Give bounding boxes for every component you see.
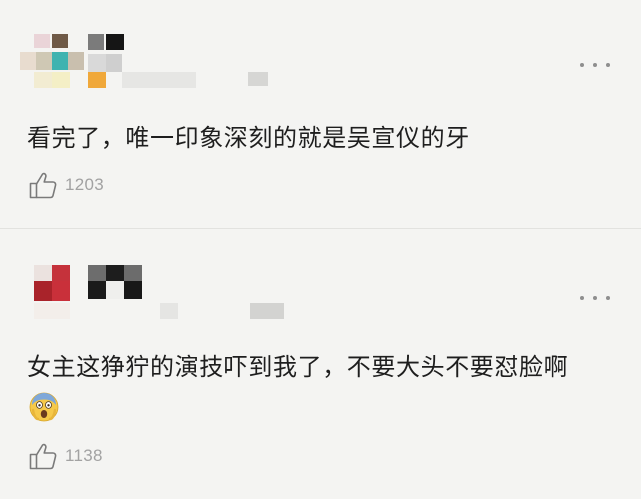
username[interactable] bbox=[88, 265, 298, 323]
more-dots-icon bbox=[580, 296, 584, 300]
comment-text: 女主这狰狞的演技吓到我了，不要大头不要怼脸啊 bbox=[27, 353, 569, 381]
thumbs-up-icon bbox=[29, 443, 57, 470]
avatar[interactable] bbox=[34, 265, 90, 323]
more-dots-icon bbox=[580, 63, 584, 67]
like-button[interactable]: 1203 bbox=[28, 170, 104, 200]
thumbs-up-icon bbox=[29, 172, 57, 199]
like-count: 1138 bbox=[65, 446, 103, 465]
avatar[interactable] bbox=[20, 34, 92, 90]
like-count: 1203 bbox=[65, 175, 105, 194]
more-options-button[interactable] bbox=[580, 291, 610, 305]
screaming-face-emoji bbox=[29, 392, 59, 422]
comment-text: 看完了，唯一印象深刻的就是吴宣仪的牙 bbox=[27, 124, 470, 152]
comment-item: 看完了，唯一印象深刻的就是吴宣仪的牙 1203 bbox=[0, 0, 641, 228]
comment-item: 女主这狰狞的演技吓到我了，不要大头不要怼脸啊 1138 bbox=[0, 229, 641, 499]
like-button[interactable]: 1138 bbox=[28, 441, 103, 471]
more-options-button[interactable] bbox=[580, 58, 610, 72]
username[interactable] bbox=[88, 34, 288, 90]
